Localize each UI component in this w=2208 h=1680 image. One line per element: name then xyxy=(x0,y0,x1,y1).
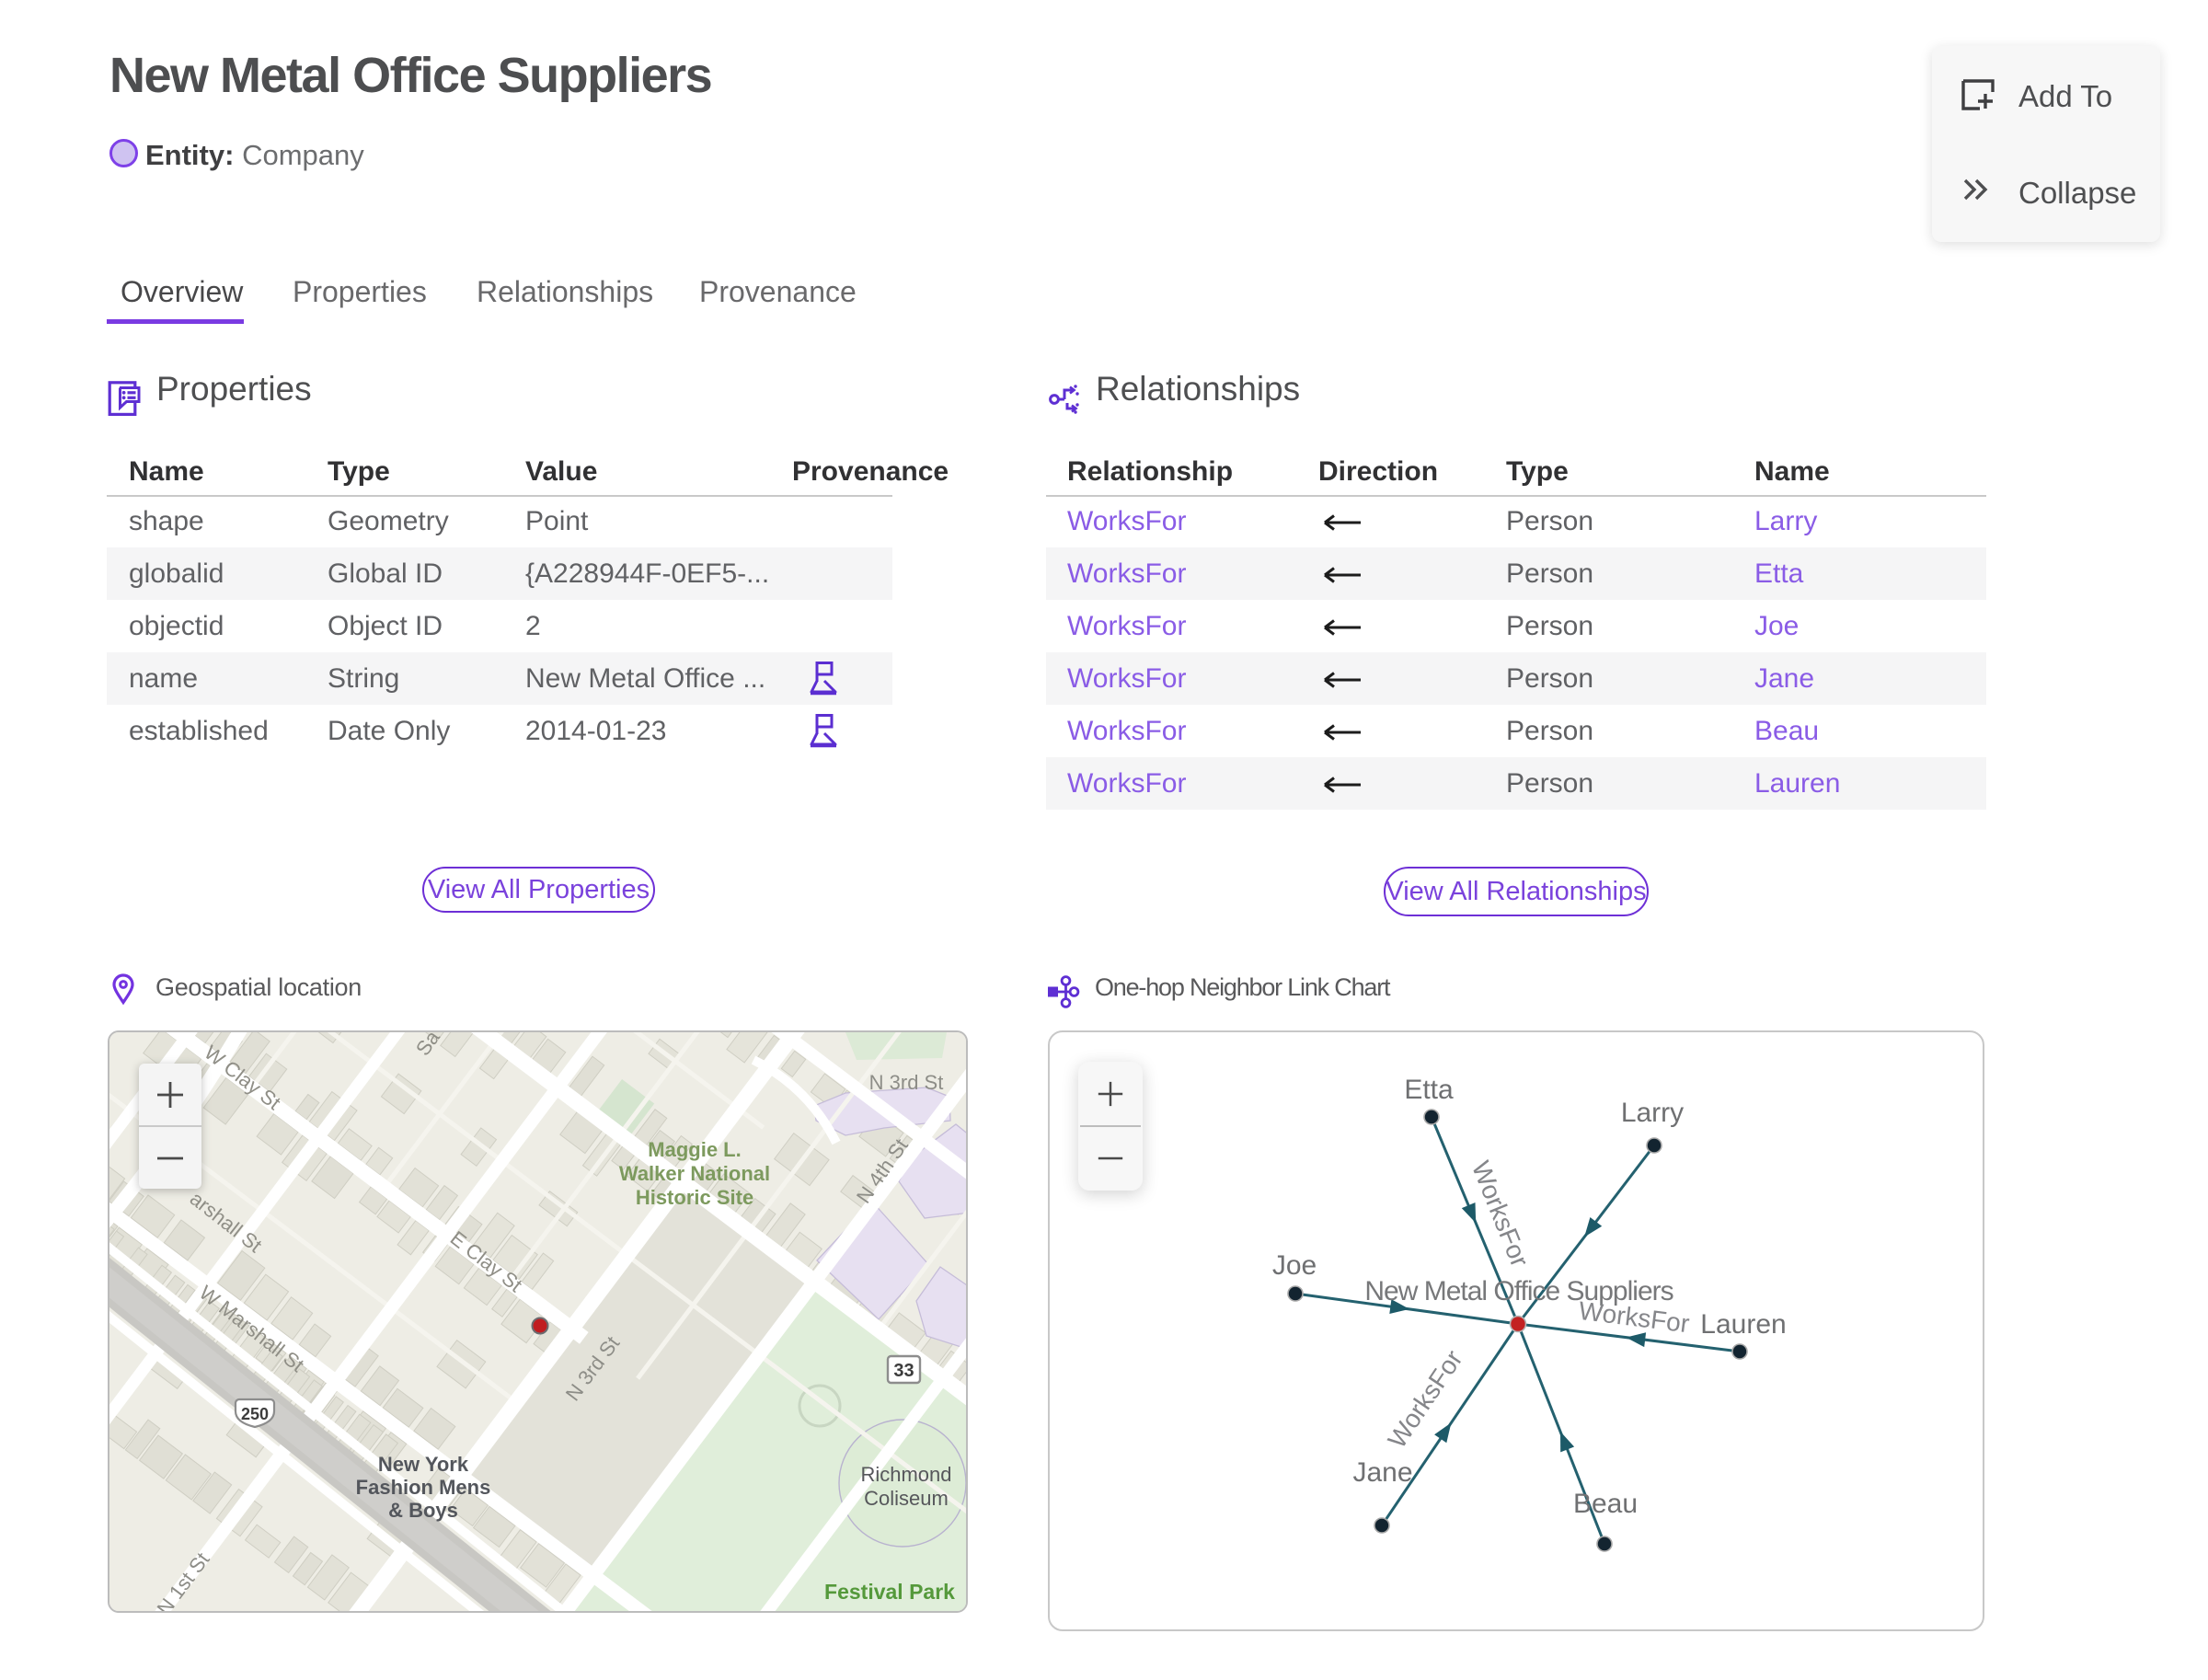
svg-text:Lauren: Lauren xyxy=(1700,1309,1786,1340)
svg-text:WorksFor: WorksFor xyxy=(1466,1157,1535,1272)
svg-text:Larry: Larry xyxy=(1621,1098,1684,1128)
svg-text:N 3rd St: N 3rd St xyxy=(869,1071,944,1094)
svg-text:Historic Site: Historic Site xyxy=(636,1186,753,1209)
svg-text:Maggie L.: Maggie L. xyxy=(648,1138,741,1161)
svg-text:Etta: Etta xyxy=(1404,1075,1454,1105)
svg-text:Richmond: Richmond xyxy=(860,1463,951,1486)
svg-text:Coliseum: Coliseum xyxy=(864,1487,949,1510)
svg-text:& Boys: & Boys xyxy=(388,1499,458,1522)
svg-text:Jane: Jane xyxy=(1352,1457,1412,1488)
svg-text:250: 250 xyxy=(241,1405,269,1423)
svg-text:New York: New York xyxy=(378,1453,469,1476)
svg-text:WorksFor: WorksFor xyxy=(1577,1296,1691,1338)
svg-text:Beau: Beau xyxy=(1573,1489,1638,1519)
svg-text:Festival Park: Festival Park xyxy=(824,1580,955,1604)
svg-text:Joe: Joe xyxy=(1272,1250,1317,1281)
svg-text:WorksFor: WorksFor xyxy=(1382,1345,1467,1454)
svg-text:33: 33 xyxy=(893,1361,914,1381)
svg-text:Walker National: Walker National xyxy=(619,1162,770,1185)
svg-text:Fashion Mens: Fashion Mens xyxy=(356,1476,491,1499)
